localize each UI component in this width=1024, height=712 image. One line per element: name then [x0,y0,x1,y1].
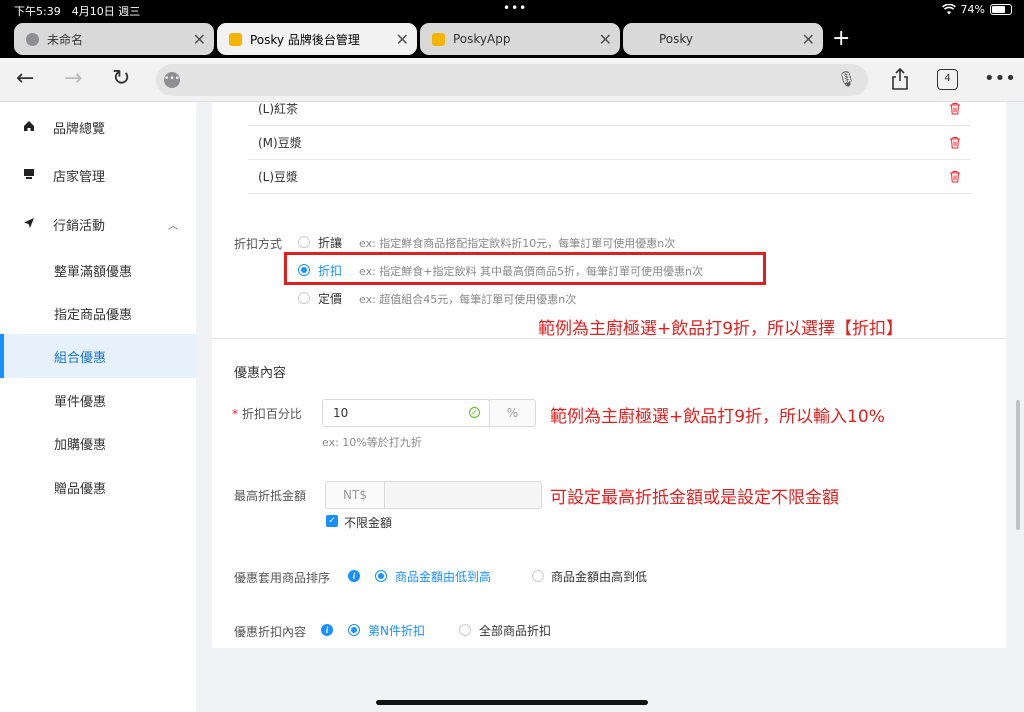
tab-posky-admin[interactable]: Posky 品牌後台管理 ✕ [217,23,417,55]
product-row: (L)豆漿 [248,160,971,194]
sidebar-item-brand-overview[interactable]: 品牌總覽 [0,105,196,149]
reload-icon[interactable]: ↻ [112,66,130,91]
sidebar-item-store-management[interactable]: 店家管理 [0,153,196,197]
percent-hint: ex: 10%等於打九折 [322,436,422,449]
posky-favicon-icon [432,32,445,46]
required-mark: * [232,407,238,421]
radio-nth-item[interactable] [348,624,360,636]
page-scrollbar[interactable] [1016,400,1020,530]
radio-all-items[interactable] [459,624,471,636]
main-content: (L)紅茶 (M)豆漿 (L)豆漿 折扣方式 折讓 ex: 指定鮮食商品搭配指定… [212,102,1006,648]
all-items-label[interactable]: 全部商品折扣 [479,622,551,639]
sidebar-item-single-item[interactable]: 單件優惠 [0,378,196,422]
sort-label: 優惠套用商品排序 [234,571,331,585]
store-icon [22,168,36,183]
currency-prefix: NT$ [325,481,385,509]
status-bar: 下午5:39 4月10日 週三 ••• 74% [0,0,1024,20]
option-allowance-label[interactable]: 折讓 [318,234,342,251]
send-icon [22,217,36,232]
no-limit-label[interactable]: 不限金額 [344,514,392,531]
radio-sort-high-low[interactable] [532,570,544,582]
percent-label-text: 折扣百分比 [241,407,302,421]
sidebar-item-specific-product[interactable]: 指定商品優惠 [0,291,196,335]
discount-method-label: 折扣方式 [234,237,283,251]
product-row: (L)紅茶 [248,92,971,126]
tab-title: 未命名 [47,32,84,47]
product-name: (M)豆漿 [258,136,302,150]
section-divider [212,338,1006,339]
option-fixed-price-hint: ex: 超值組合45元，每筆訂單可使用優惠n次 [359,293,577,306]
more-icon[interactable]: ••• [984,68,1016,89]
trash-icon[interactable] [949,170,961,183]
sidebar: 品牌總覽 店家管理 行銷活動 ︿ 整單滿額優惠 指定商品優惠 組合優惠 單件優惠 [0,102,196,712]
battery-percent: 74% [960,3,985,16]
valid-check-icon: ✓ [469,407,480,418]
annotation-method: 範例為主廚極選+飲品打9折，所以選擇【折扣】 [538,319,904,339]
max-amount-label: 最高折抵金額 [234,489,307,503]
sidebar-item-marketing[interactable]: 行銷活動 ︿ [0,202,196,246]
sidebar-item-combo[interactable]: 組合優惠 [0,334,196,378]
tab-title: Posky 品牌後台管理 [250,32,360,47]
admin-app: 品牌總覽 店家管理 行銷活動 ︿ 整單滿額優惠 指定商品優惠 組合優惠 單件優惠 [0,102,1024,712]
discount-content-label: 優惠折扣內容 [234,625,307,639]
home-indicator[interactable] [376,700,648,705]
tab-posky[interactable]: Posky ✕ [623,23,823,55]
percent-unit: % [489,399,536,427]
site-settings-icon[interactable]: ••• [164,72,180,88]
info-icon[interactable]: i [321,624,333,636]
option-fixed-price-label[interactable]: 定價 [318,290,342,307]
close-icon[interactable]: ✕ [599,30,612,49]
radio-allowance[interactable] [298,236,310,248]
forward-arrow-icon[interactable]: → [64,66,82,91]
home-icon [22,120,36,135]
sidebar-item-order-threshold[interactable]: 整單滿額優惠 [0,248,196,292]
annotation-percent: 範例為主廚極選+飲品打9折，所以輸入10% [550,407,885,427]
radio-fixed-price[interactable] [298,292,310,304]
status-time: 下午5:39 4月10日 週三 [14,5,141,18]
tab-bar: 未命名 ✕ Posky 品牌後台管理 ✕ PoskyApp ✕ Posky ✕ [0,20,1024,58]
nth-item-label[interactable]: 第N件折扣 [368,622,425,639]
posky-favicon-icon [229,32,242,46]
sort-high-low-label[interactable]: 商品金額由高到低 [551,568,647,585]
option-allowance-hint: ex: 指定鮮食商品搭配指定飲料折10元，每筆訂單可使用優惠n次 [359,237,676,250]
product-name: (L)豆漿 [258,170,299,184]
percent-label: * 折扣百分比 [232,405,302,422]
tab-title: Posky [659,32,694,46]
globe-icon [26,32,39,46]
percent-input[interactable]: 10 [322,399,490,427]
status-right: 74% [941,3,1012,16]
radio-sort-low-high[interactable] [375,570,387,582]
annotation-max: 可設定最高折抵金額或是設定不限金額 [550,488,839,508]
battery-icon [990,4,1012,15]
trash-icon[interactable] [949,136,961,149]
sidebar-item-gift[interactable]: 贈品優惠 [0,465,196,509]
product-name: (L)紅茶 [258,102,299,116]
sort-low-high-label[interactable]: 商品金額由低到高 [395,568,491,585]
no-limit-checkbox[interactable]: ✓ [326,515,338,527]
tab-untitled[interactable]: 未命名 ✕ [14,23,214,55]
new-tab-icon[interactable]: + [832,26,850,51]
microphone-icon[interactable]: 🎙 [837,70,856,88]
close-icon[interactable]: ✕ [802,30,815,49]
info-icon[interactable]: i [348,570,360,582]
close-icon[interactable]: ✕ [193,30,206,49]
wifi-icon [941,4,956,15]
multitask-dots[interactable]: ••• [503,1,527,15]
back-arrow-icon[interactable]: ← [16,66,34,91]
tab-overview-button[interactable]: 4 [937,69,958,90]
close-icon[interactable]: ✕ [396,30,409,49]
sidebar-item-add-on[interactable]: 加購優惠 [0,421,196,465]
tab-title: PoskyApp [453,32,511,46]
offer-section-title: 優惠內容 [234,366,287,381]
trash-icon[interactable] [949,102,961,115]
highlight-box [284,252,766,285]
chevron-up-icon: ︿ [168,220,178,232]
product-row: (M)豆漿 [248,126,971,160]
max-amount-input[interactable] [384,481,542,509]
share-icon[interactable] [891,68,909,90]
tab-poskyapp[interactable]: PoskyApp ✕ [420,23,620,55]
